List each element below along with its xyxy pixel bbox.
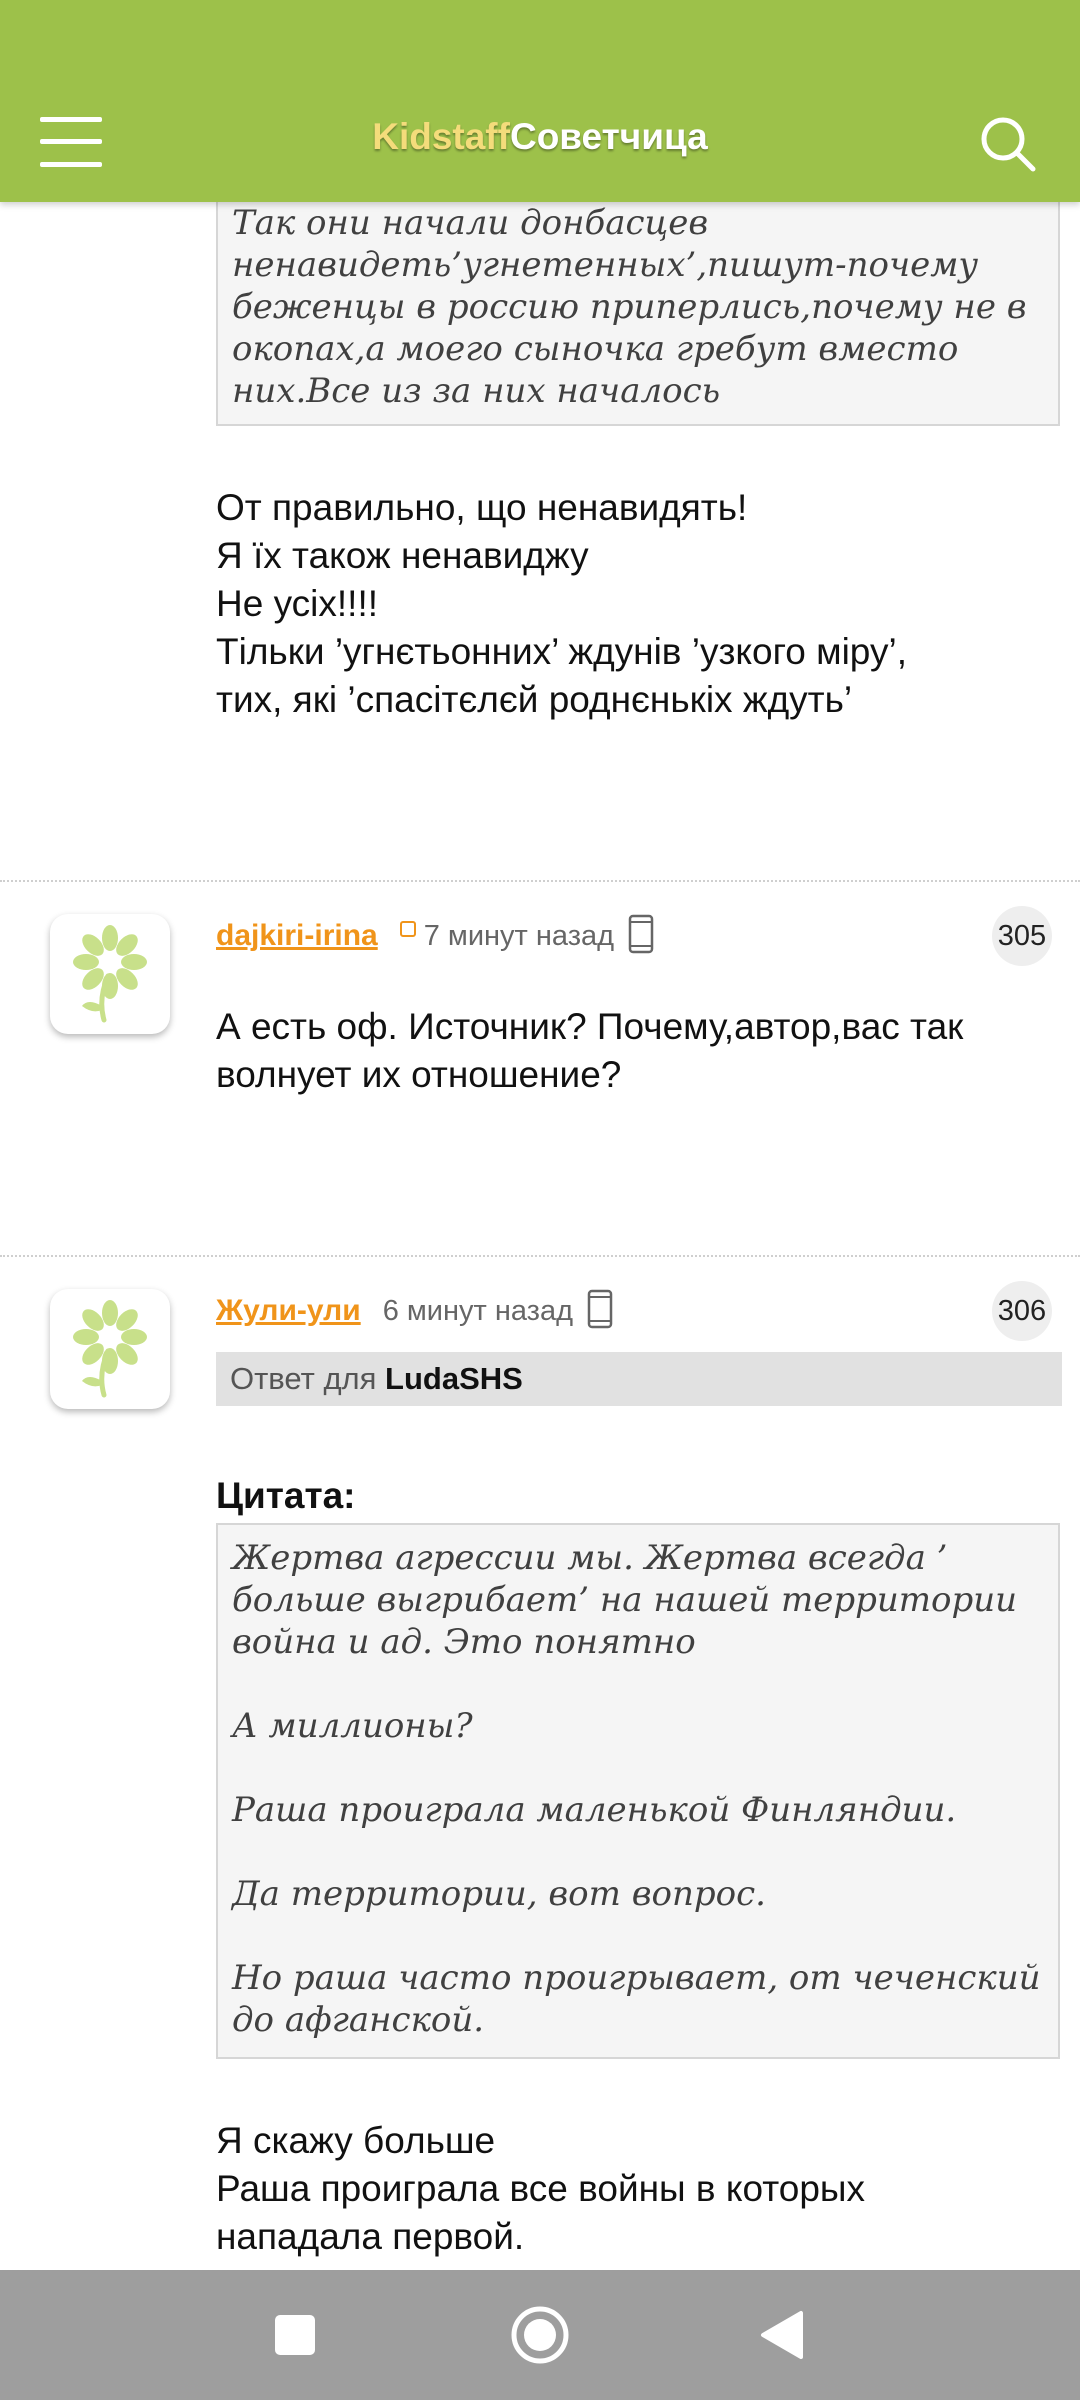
comment-text: Я скажу больше Раша проиграла все войны … (216, 2120, 865, 2257)
comment-time: 7 минут назад (423, 919, 615, 952)
site-logo[interactable]: KidstaffСоветчица (0, 116, 1080, 158)
quote-paragraph: Раша проиграла маленькой Финляндии. (232, 1790, 957, 1830)
recents-button[interactable] (257, 2297, 333, 2373)
reply-prefix: Ответ для (230, 1361, 377, 1396)
reply-to-username[interactable]: LudaSHS (385, 1361, 523, 1396)
username-link[interactable]: dajkiri-irina (216, 919, 378, 953)
phone-icon (628, 914, 654, 959)
avatar[interactable] (50, 1289, 170, 1409)
flower-icon (73, 1300, 147, 1398)
logo-kidstaff: Kidstaff (372, 116, 510, 157)
system-navigation-bar (0, 2270, 1080, 2400)
comment-number-badge[interactable]: 305 (992, 906, 1052, 966)
post-divider (0, 1255, 1080, 1257)
top-quote-text: Так они начали донбасцев ненавидеть’угне… (232, 203, 1027, 411)
online-status-icon (399, 921, 416, 937)
top-quote-box: Так они начали донбасцев ненавидеть’угне… (216, 188, 1060, 426)
reply-to-bar[interactable]: Ответ для LudaSHS (216, 1352, 1062, 1406)
username-link[interactable]: Жули-ули (216, 1294, 361, 1328)
comment-text: А есть оф. Источник? Почему,автор,вас та… (216, 1006, 964, 1095)
app-header: KidstaffСоветчица (0, 0, 1080, 202)
comment-meta: dajkiri-irina 7 минут назад (216, 914, 654, 958)
phone-icon (587, 1289, 613, 1334)
comment-time: 6 минут назад (382, 1294, 574, 1327)
comment-number-badge[interactable]: 306 (992, 1281, 1052, 1341)
back-triangle-icon (761, 2311, 803, 2359)
circle-icon (511, 2306, 569, 2364)
quote-paragraph: Но раша часто проигрывает, от чеченский … (232, 1958, 1041, 2040)
home-button[interactable] (502, 2297, 578, 2373)
quote-paragraph: А миллионы? (232, 1706, 473, 1746)
search-icon[interactable] (978, 114, 1038, 174)
quote-heading: Цитата: (216, 1475, 356, 1516)
top-post-text: От правильно, що ненавидять! Я їх також … (216, 487, 907, 720)
post-divider (0, 880, 1080, 882)
logo-sovetchica: Советчица (509, 116, 708, 157)
back-button[interactable] (745, 2297, 821, 2373)
square-icon (275, 2315, 315, 2355)
flower-icon (73, 925, 147, 1023)
avatar[interactable] (50, 914, 170, 1034)
quote-paragraph: Жертва агрессии мы. Жертва всегда ’ боль… (232, 1538, 1018, 1662)
quote-box: Жертва агрессии мы. Жертва всегда ’ боль… (216, 1523, 1060, 2059)
quote-paragraph: Да территории, вот вопрос. (232, 1874, 766, 1914)
comment-meta: Жули-ули 6 минут назад (216, 1289, 613, 1333)
